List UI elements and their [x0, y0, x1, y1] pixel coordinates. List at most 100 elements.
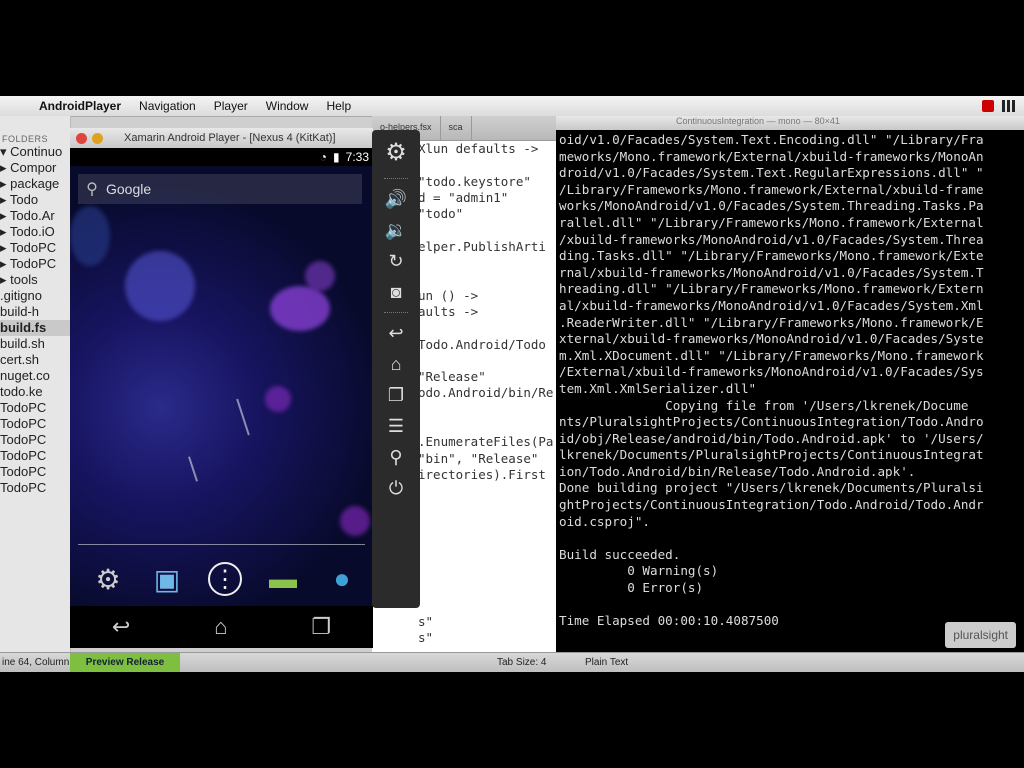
tab-size[interactable]: Tab Size: 4 — [497, 657, 546, 668]
rotate-icon[interactable]: ↻ — [372, 246, 420, 277]
terminal-line: hreading.dll" "/Library/Frameworks/Mono.… — [559, 281, 984, 297]
terminal-line: droid/v1.0/Facades/System.Text.RegularEx… — [559, 165, 984, 181]
battery-icon: ▮ — [333, 150, 340, 164]
code-line: s" — [418, 613, 434, 629]
sidebar-item[interactable]: build.sh — [0, 336, 70, 352]
preview-release-button[interactable]: Preview Release — [70, 653, 180, 672]
sidebar-item[interactable]: ▸ TodoPC — [0, 240, 70, 256]
google-search-bar[interactable]: ⚲ Google — [78, 174, 362, 204]
terminal-line: rallel.dll" "/Library/Frameworks/Mono.fr… — [559, 214, 984, 230]
search-icon[interactable]: ⚲ — [372, 442, 420, 473]
sidebar-item[interactable]: nuget.co — [0, 368, 70, 384]
recents-icon[interactable]: ❐ — [372, 380, 420, 411]
terminal-line: lkrenek/Documents/PluralsightProjects/Co… — [559, 447, 984, 463]
terminal-line: Copying file from '/Users/lkrenek/Docume — [559, 397, 969, 413]
sidebar-item[interactable]: TodoPC — [0, 464, 70, 480]
android-navbar: ↩ ⌂ ❐ — [70, 606, 373, 648]
menu-navigation[interactable]: Navigation — [130, 99, 205, 113]
close-icon[interactable] — [76, 133, 87, 144]
search-icon: ⚲ — [86, 181, 98, 198]
code-line: Xlun defaults -> — [418, 141, 539, 156]
sidebar-item[interactable]: ▸ TodoPC — [0, 256, 70, 272]
home-icon[interactable]: ⌂ — [372, 349, 420, 380]
sidebar-item[interactable]: ▸ Compor — [0, 160, 70, 176]
terminal-line: al/xbuild-frameworks/MonoAndroid/v1.0/Fa… — [559, 297, 984, 313]
home-icon[interactable]: ⌂ — [214, 614, 227, 640]
editor-statusbar: ine 64, Column Preview Release Tab Size:… — [0, 652, 1024, 672]
terminal-title: ContinuousIntegration — mono — 80×41 — [556, 116, 1024, 130]
syntax-mode[interactable]: Plain Text — [585, 657, 628, 668]
clock: 7:33 — [345, 150, 369, 164]
sidebar-item[interactable]: TodoPC — [0, 480, 70, 496]
screen-stage: AndroidPlayer Navigation Player Window H… — [0, 96, 1024, 672]
terminal-line: Build succeeded. — [559, 546, 681, 562]
menu-app[interactable]: AndroidPlayer — [30, 99, 130, 113]
terminal-line: meworks/Mono.framework/External/xbuild-f… — [559, 148, 984, 164]
terminal-line: Done building project "/Users/lkrenek/Do… — [559, 480, 984, 496]
record-icon[interactable] — [982, 100, 994, 112]
terminal-line: rnal/xbuild-frameworks/MonoAndroid/v1.0/… — [559, 264, 984, 280]
volume-down-icon[interactable]: 🔉 — [372, 215, 420, 246]
sidebar-item[interactable]: .gitigno — [0, 288, 70, 304]
terminal-line: 0 Error(s) — [559, 580, 704, 596]
code-line: odo.Android/bin/Re — [418, 385, 554, 401]
recents-icon[interactable]: ❐ — [311, 614, 331, 640]
terminal-line: oid.csproj". — [559, 513, 650, 529]
terminal-line: m.Xml.XDocument.dll" "/Library/Framework… — [559, 347, 984, 363]
sidebar-item[interactable]: TodoPC — [0, 448, 70, 464]
file-sidebar: FOLDERS ▾ Continuo ▸ Compor ▸ package ▸ … — [0, 116, 71, 652]
sidebar-item[interactable]: TodoPC — [0, 416, 70, 432]
sidebar-item[interactable]: TodoPC — [0, 400, 70, 416]
menu-help[interactable]: Help — [317, 99, 360, 113]
sidebar-item[interactable]: todo.ke — [0, 384, 70, 400]
minimize-icon[interactable] — [92, 133, 103, 144]
settings-app-icon[interactable]: ⚙ — [90, 561, 126, 597]
gear-icon[interactable]: ⚙ — [372, 130, 420, 174]
sidebar-item[interactable]: cert.sh — [0, 352, 70, 368]
code-line: aults -> — [418, 303, 479, 319]
player-title: Xamarin Android Player - [Nexus 4 (KitKa… — [124, 132, 336, 144]
sidebar-item[interactable]: ▸ Todo — [0, 192, 70, 208]
code-line: "bin", "Release" — [418, 450, 539, 466]
power-icon[interactable]: ⏻ — [372, 473, 420, 504]
editor-tab[interactable]: sca — [441, 116, 472, 140]
player-titlebar: Xamarin Android Player - [Nexus 4 (KitKa… — [70, 128, 373, 148]
back-icon[interactable]: ↩ — [112, 614, 130, 640]
terminal-line: oid/v1.0/Facades/System.Text.Encoding.dl… — [559, 132, 984, 147]
sidebar-item[interactable]: build-h — [0, 304, 70, 320]
volume-up-icon[interactable]: 🔊 — [372, 184, 420, 215]
sidebar-item[interactable]: ▸ package — [0, 176, 70, 192]
code-line: d = "admin1" — [418, 189, 509, 205]
android-home-screen[interactable]: ⚲ Google ⚙ ▣ ⋮ ▬ ● — [70, 166, 373, 606]
wifi-icon: ◔ — [319, 150, 328, 164]
browser-app-icon[interactable]: ● — [324, 561, 360, 597]
menu-player[interactable]: Player — [205, 99, 257, 113]
menu-icon[interactable]: ☰ — [372, 411, 420, 442]
terminal-line: ding.Tasks.dll" "/Library/Frameworks/Mon… — [559, 248, 984, 264]
terminal-window[interactable]: ContinuousIntegration — mono — 80×41 oid… — [556, 116, 1024, 652]
contacts-app-icon[interactable]: ▣ — [149, 561, 185, 597]
menu-window[interactable]: Window — [257, 99, 318, 113]
code-line: "Release" — [418, 369, 486, 385]
sidebar-item[interactable]: ▸ Todo.Ar — [0, 208, 70, 224]
sidebar-item[interactable]: ▾ Continuo — [0, 144, 70, 160]
sidebar-item[interactable]: TodoPC — [0, 432, 70, 448]
sidebar-item-selected[interactable]: build.fs — [0, 320, 70, 336]
app-drawer-icon[interactable]: ⋮ — [208, 562, 242, 596]
menu-extras-icon[interactable] — [1002, 100, 1016, 112]
code-line: .EnumerateFiles(Pa — [418, 434, 554, 450]
back-icon[interactable]: ↩ — [372, 318, 420, 349]
sidebar-item[interactable]: ▸ Todo.iO — [0, 224, 70, 240]
messaging-app-icon[interactable]: ▬ — [265, 561, 301, 597]
camera-icon[interactable]: ◙ — [372, 277, 420, 308]
sidebar-item[interactable]: ▸ tools — [0, 272, 70, 288]
terminal-line: nts/PluralsightProjects/ContinuousIntegr… — [559, 414, 984, 430]
